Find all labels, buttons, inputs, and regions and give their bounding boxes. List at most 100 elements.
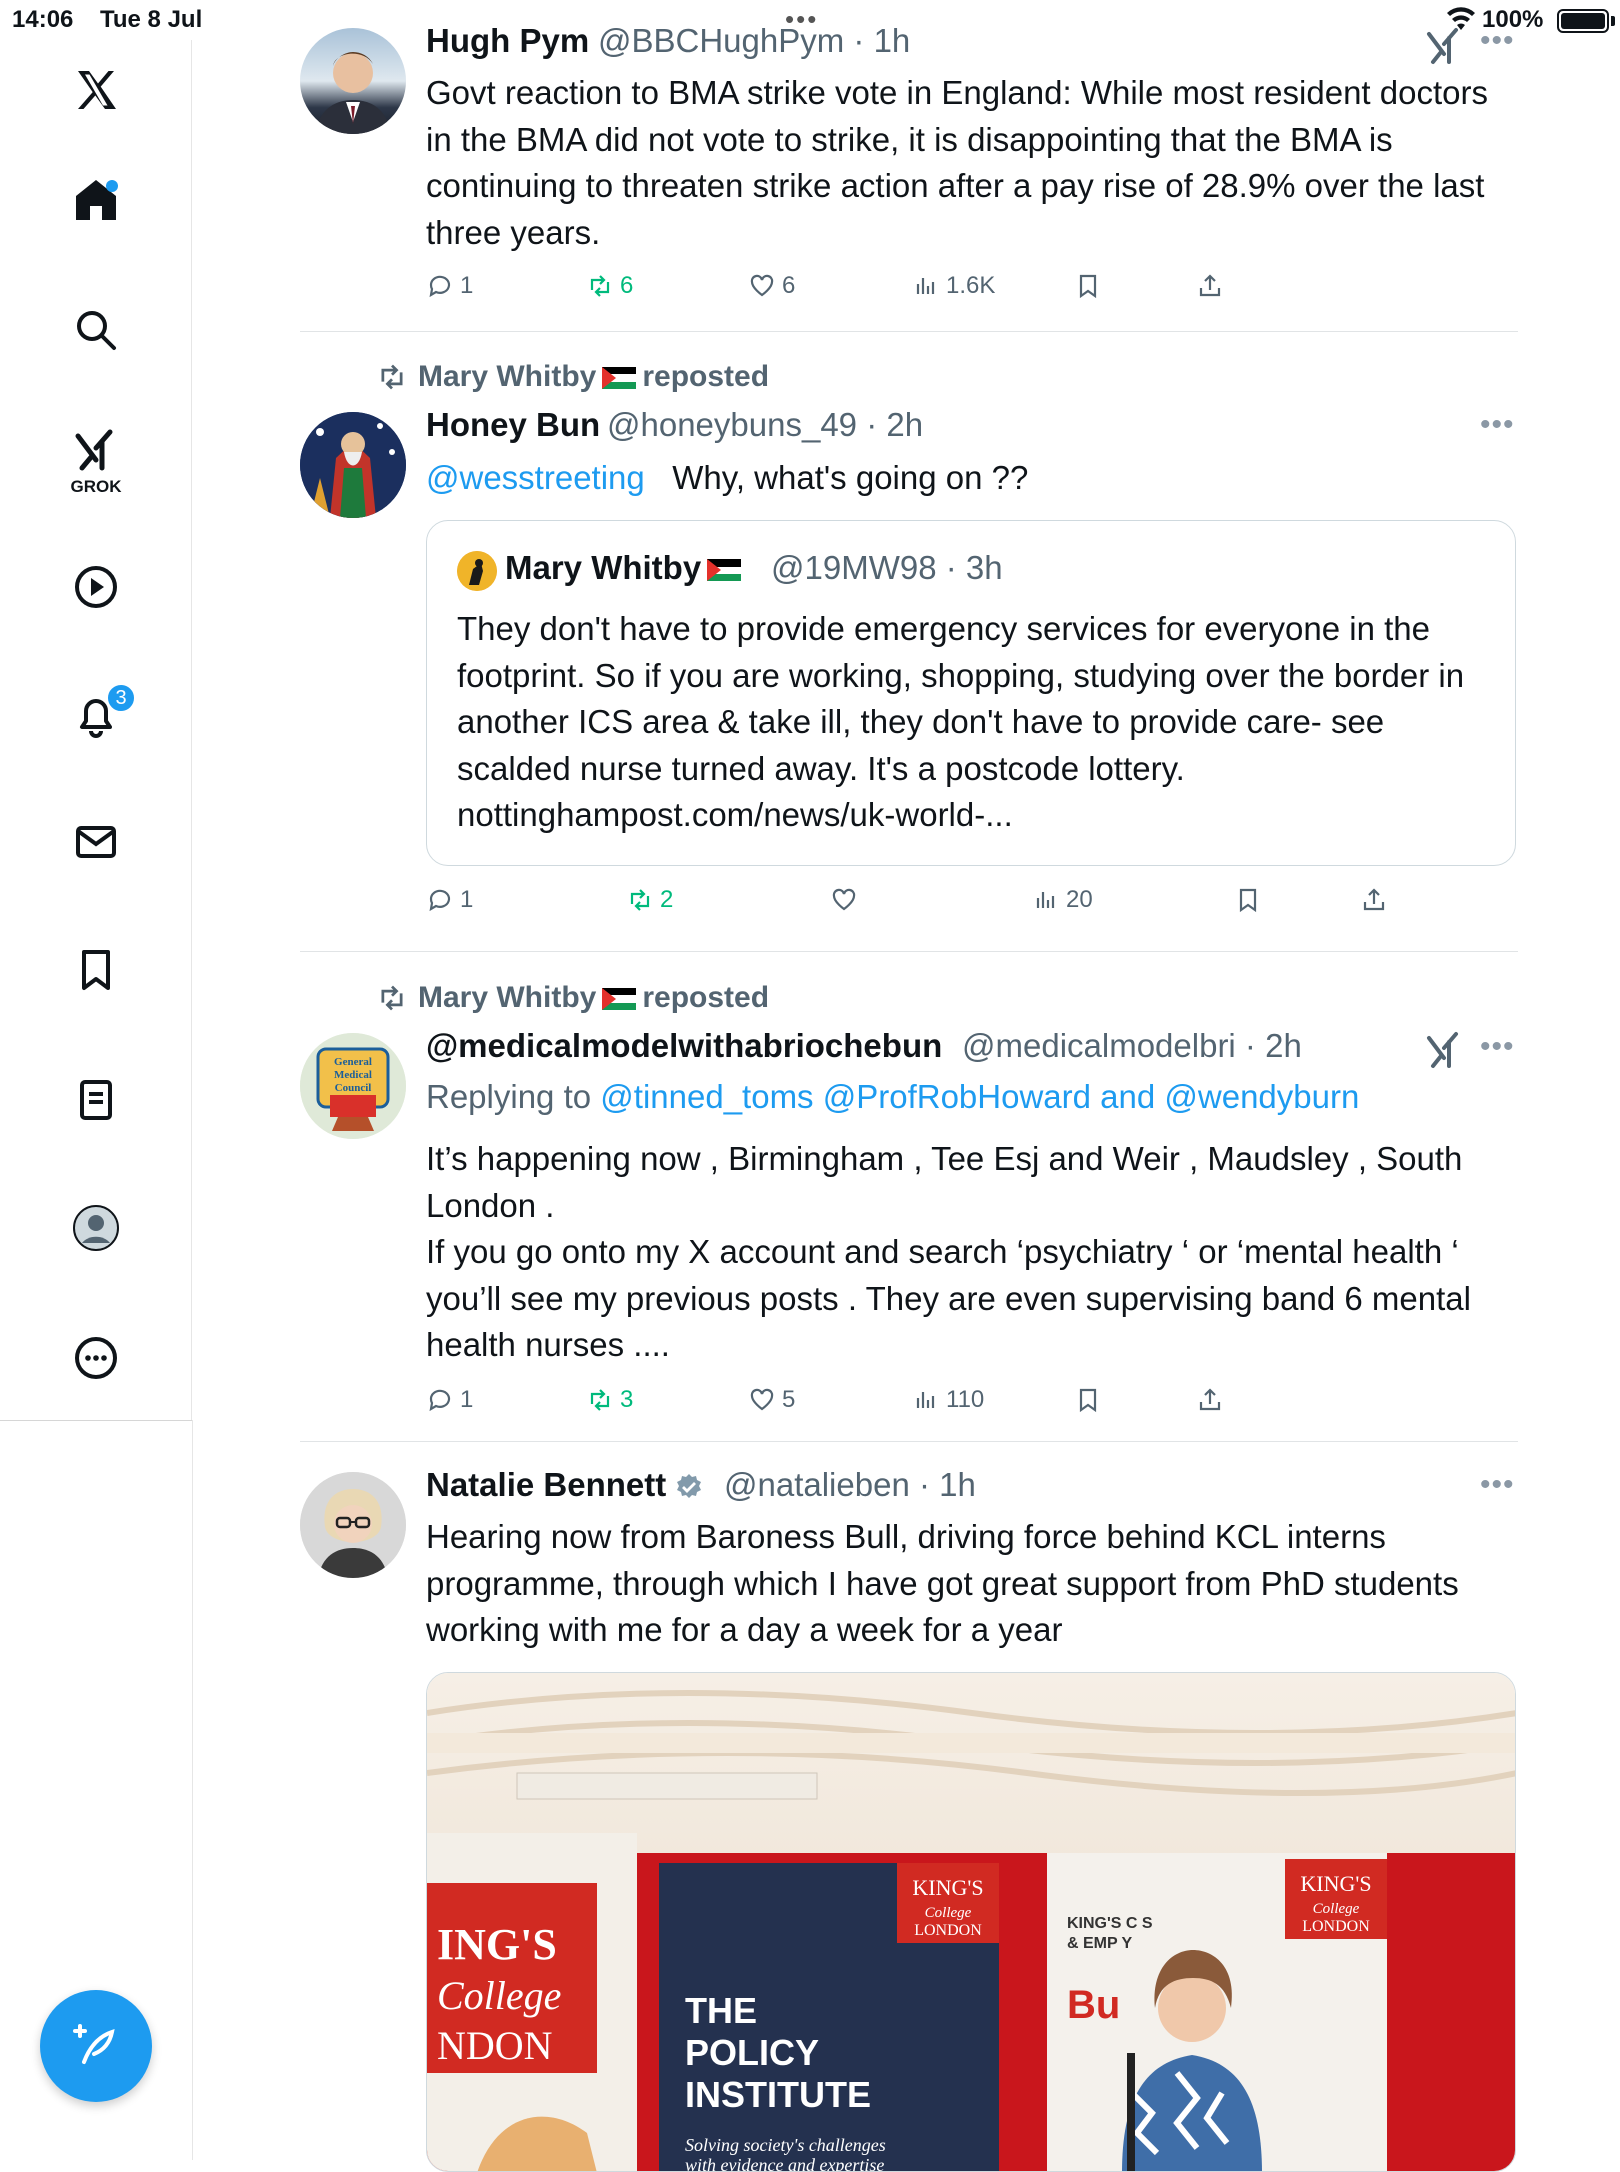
replying-to-links[interactable]: @tinned_toms @ProfRobHoward and @wendybu… xyxy=(600,1078,1359,1115)
svg-text:College: College xyxy=(1313,1901,1360,1917)
avatar[interactable] xyxy=(300,28,406,134)
svg-text:General: General xyxy=(334,1056,372,1068)
reply-icon xyxy=(429,889,451,912)
author-name[interactable]: Natalie Bennett xyxy=(426,1466,704,1504)
avatar[interactable] xyxy=(300,1472,406,1578)
svg-text:College: College xyxy=(437,1973,561,2018)
repost-icon xyxy=(630,889,650,911)
more-options-icon[interactable] xyxy=(0,1318,192,1398)
sidebar-divider xyxy=(0,1420,192,1421)
views-button[interactable]: 20 xyxy=(1032,886,1093,914)
tweet-divider xyxy=(300,331,1518,332)
lists-icon[interactable] xyxy=(0,1060,192,1140)
compose-post-button[interactable] xyxy=(40,1990,152,2102)
bookmarks-icon[interactable] xyxy=(0,930,192,1010)
reply-button[interactable]: 1 xyxy=(426,272,473,300)
views-button[interactable]: 110 xyxy=(912,1386,984,1414)
avatar[interactable]: General Medical Council xyxy=(300,1033,406,1139)
tweet-time[interactable]: 1h xyxy=(939,1466,976,1503)
tweet-time[interactable]: 2h xyxy=(1265,1027,1302,1064)
notifications-icon[interactable]: 3 xyxy=(0,675,192,755)
reposted-label: reposted xyxy=(642,981,770,1014)
more-icon[interactable]: ••• xyxy=(1480,24,1515,58)
author-handle-time: @medicalmodelbri · 2h xyxy=(962,1027,1302,1064)
tweet-text: Hearing now from Baroness Bull, driving … xyxy=(426,1518,1459,1648)
profile-avatar-icon[interactable] xyxy=(0,1188,192,1268)
share-icon xyxy=(1199,1388,1221,1411)
author-handle-time: @BBCHughPym · 1h xyxy=(598,22,911,59)
author-name[interactable]: Honey Bun xyxy=(426,406,600,444)
author-handle[interactable]: @honeybuns_49 xyxy=(607,406,857,443)
like-button[interactable] xyxy=(830,886,858,914)
bookmark-button[interactable] xyxy=(1074,272,1102,300)
video-icon[interactable] xyxy=(0,547,192,627)
repost-icon xyxy=(381,364,403,390)
reposted-label: reposted xyxy=(642,360,770,393)
views-icon xyxy=(916,1392,935,1408)
views-icon xyxy=(1036,892,1055,908)
like-icon xyxy=(832,888,856,911)
reply-button[interactable]: 1 xyxy=(426,1386,473,1414)
repost-button[interactable]: 3 xyxy=(586,1386,633,1414)
compose-feather-icon xyxy=(73,2024,115,2064)
messages-icon[interactable] xyxy=(0,802,192,882)
svg-text:Solving society's challenges: Solving society's challenges xyxy=(685,2135,886,2155)
home-icon[interactable] xyxy=(0,160,192,240)
share-icon xyxy=(1363,888,1385,911)
repost-context[interactable]: Mary Whitby reposted xyxy=(376,981,769,1015)
palestine-flag-icon xyxy=(602,988,637,1011)
share-button[interactable] xyxy=(1196,1386,1224,1414)
reposted-by[interactable]: Mary Whitby xyxy=(418,360,596,393)
quote-author-name[interactable]: Mary Whitby xyxy=(505,549,747,587)
reposted-by[interactable]: Mary Whitby xyxy=(418,981,596,1014)
reply-icon xyxy=(429,1389,451,1412)
svg-text:& EMP Y: & EMP Y xyxy=(1067,1935,1133,1952)
tweet-time[interactable]: 2h xyxy=(886,406,923,443)
author-handle-time: @natalieben · 1h xyxy=(724,1466,976,1503)
tweet-photo[interactable]: ING'S College NDON KING'S College LONDON… xyxy=(426,1672,1516,2172)
svg-text:POLICY: POLICY xyxy=(685,2032,819,2073)
banner-left-text: ING'S xyxy=(437,1920,557,1969)
svg-text:with evidence and expertise: with evidence and expertise xyxy=(685,2155,884,2172)
quote-author-handle[interactable]: @19MW98 xyxy=(771,549,937,586)
repost-button[interactable]: 2 xyxy=(626,886,673,914)
more-icon[interactable]: ••• xyxy=(1480,1030,1515,1064)
tweet-actions: 1 3 5 110 xyxy=(426,1386,1426,1426)
repost-button[interactable]: 6 xyxy=(586,272,633,300)
sidebar-nav: GROK 3 xyxy=(0,40,192,1420)
author-handle[interactable]: @medicalmodelbri xyxy=(962,1027,1236,1064)
avatar[interactable] xyxy=(300,412,406,518)
bookmark-button[interactable] xyxy=(1074,1386,1102,1414)
palestine-flag-icon xyxy=(602,367,637,390)
tweet-time[interactable]: 1h xyxy=(874,22,911,59)
tweet-divider xyxy=(300,951,1518,952)
mention-link[interactable]: @wesstreeting xyxy=(426,459,645,496)
quoted-tweet[interactable]: Mary Whitby @19MW98 · 3h They don't have… xyxy=(426,520,1516,866)
grok-explain-icon[interactable] xyxy=(1425,26,1465,66)
author-name[interactable]: Hugh Pym xyxy=(426,22,589,60)
more-icon[interactable]: ••• xyxy=(1480,1468,1515,1502)
x-logo-icon[interactable] xyxy=(0,50,192,130)
repost-context[interactable]: Mary Whitby reposted xyxy=(376,360,769,394)
author-name[interactable]: @medicalmodelwithabriochebun xyxy=(426,1027,942,1065)
tweet-text: It’s happening now , Birmingham , Tee Es… xyxy=(426,1140,1471,1363)
quote-avatar[interactable] xyxy=(457,551,497,591)
share-button[interactable] xyxy=(1196,272,1224,300)
share-icon xyxy=(1199,274,1221,297)
svg-text:LONDON: LONDON xyxy=(1302,1918,1370,1935)
reply-button[interactable]: 1 xyxy=(426,886,473,914)
grok-explain-icon[interactable] xyxy=(1425,1030,1465,1070)
author-handle[interactable]: @natalieben xyxy=(724,1466,910,1503)
like-button[interactable]: 5 xyxy=(748,1386,795,1414)
verified-badge-icon[interactable] xyxy=(674,1472,704,1502)
share-button[interactable] xyxy=(1360,886,1388,914)
author-handle-time: @honeybuns_49 · 2h xyxy=(607,406,924,443)
views-button[interactable]: 1.6K xyxy=(912,272,995,300)
search-icon[interactable] xyxy=(0,290,192,370)
bookmark-button[interactable] xyxy=(1234,886,1262,914)
more-icon[interactable]: ••• xyxy=(1480,408,1515,442)
battery-icon xyxy=(1557,9,1609,33)
like-button[interactable]: 6 xyxy=(748,272,795,300)
repost-icon xyxy=(590,275,610,297)
author-handle[interactable]: @BBCHughPym xyxy=(598,22,844,59)
